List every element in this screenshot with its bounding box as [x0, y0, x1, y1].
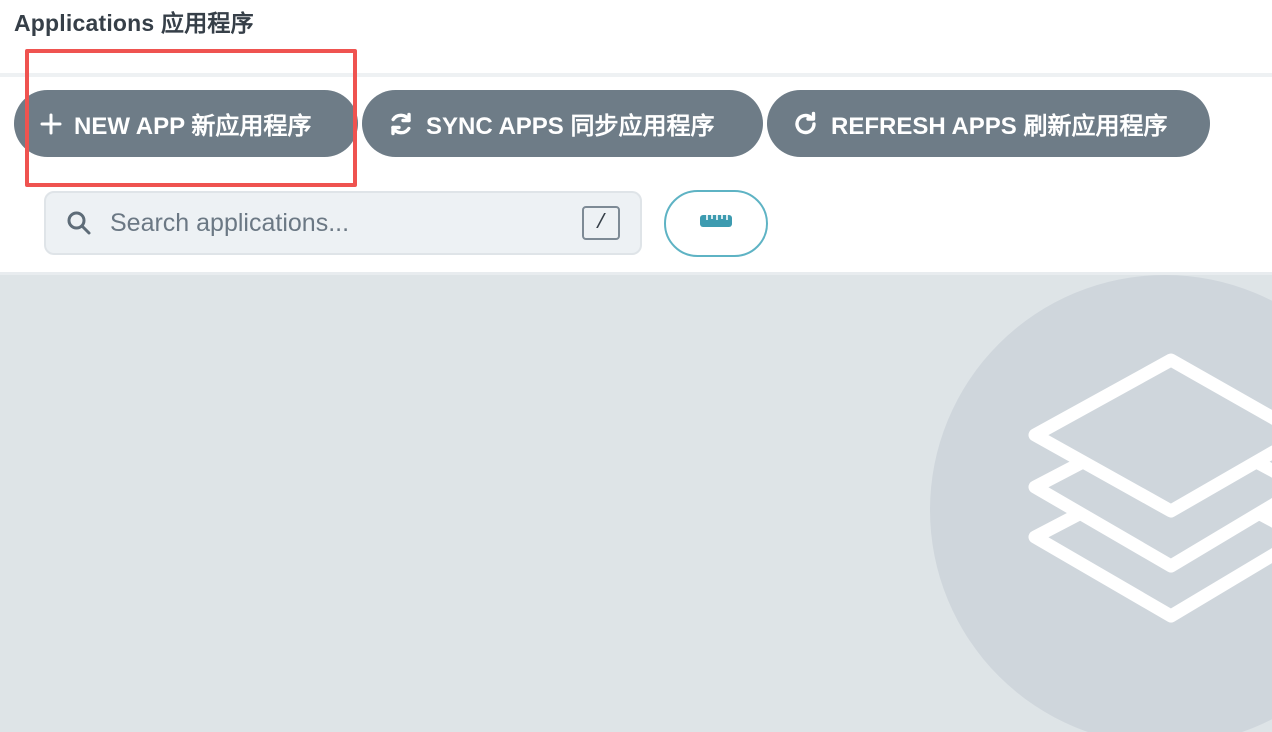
- new-app-button[interactable]: NEW APP 新应用程序: [14, 90, 358, 157]
- layers-icon: [1028, 353, 1272, 623]
- sync-apps-button[interactable]: SYNC APPS 同步应用程序: [362, 90, 763, 157]
- sync-apps-label: SYNC APPS 同步应用程序: [426, 113, 715, 140]
- sync-icon: [388, 111, 414, 137]
- applications-content-area: [0, 275, 1272, 732]
- ruler-icon: [699, 213, 733, 234]
- search-icon: [66, 210, 92, 236]
- search-shortcut-key: /: [582, 206, 620, 240]
- view-toggle-button[interactable]: [664, 190, 768, 257]
- refresh-icon: [793, 111, 819, 137]
- refresh-apps-label: REFRESH APPS 刷新应用程序: [831, 113, 1168, 140]
- applications-page: Applications 应用程序 NEW APP 新应用程序 SYNC APP…: [0, 0, 1272, 732]
- header-divider: [0, 73, 1272, 77]
- new-app-label: NEW APP 新应用程序: [74, 113, 312, 140]
- search-input[interactable]: [108, 207, 552, 239]
- refresh-apps-button[interactable]: REFRESH APPS 刷新应用程序: [767, 90, 1210, 157]
- page-title: Applications 应用程序: [14, 10, 254, 36]
- search-box[interactable]: /: [44, 191, 642, 255]
- plus-icon: [40, 113, 62, 135]
